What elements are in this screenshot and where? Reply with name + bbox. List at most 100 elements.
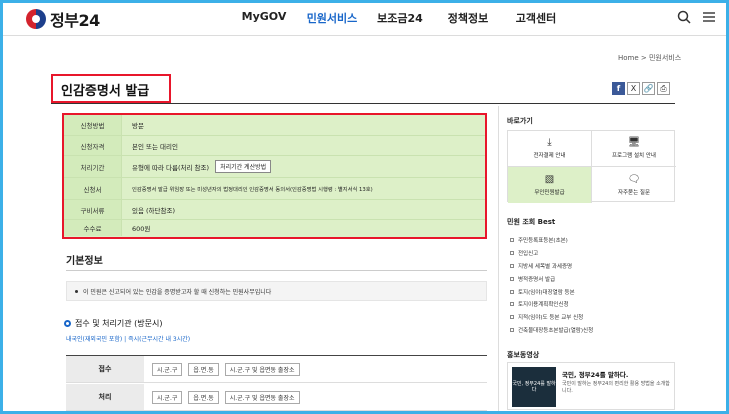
list-item[interactable]: 토지(임야)대장열람 등본: [510, 285, 675, 298]
checkbox-icon: [510, 302, 514, 307]
menu-icon[interactable]: [702, 10, 716, 24]
option-eup-myeon-dong[interactable]: 읍.면.동: [188, 363, 219, 376]
process-row-reception: 접수 시.군.구 읍.면.동 시.군.구 및 읍면동 출장소: [66, 356, 487, 383]
info-value: 본인 또는 대리인: [132, 142, 178, 151]
info-label: 신청자격: [64, 136, 122, 155]
monitor-icon: 🖥: [627, 137, 641, 148]
nav-subsidy[interactable]: 보조금24: [366, 10, 434, 26]
period-calc-button[interactable]: 처리기간 계산방법: [215, 160, 272, 173]
quick-link-payment[interactable]: ⤓ 전자결제 안내: [508, 131, 592, 167]
nav-mygov[interactable]: MyGOV: [230, 10, 298, 26]
info-row-eligibility: 신청자격 본인 또는 대리인: [64, 136, 485, 156]
list-item[interactable]: 지방세 세목별 과세증명: [510, 260, 675, 273]
main-nav: MyGOV 민원서비스 보조금24 정책정보 고객센터: [230, 10, 570, 26]
nav-customer-center[interactable]: 고객센터: [502, 10, 570, 26]
reception-note: 내국인(재외국민 포함) | 즉시(근무시간 내 3시간): [66, 336, 191, 343]
reception-title: 접수 및 처리기관 (방문시): [64, 318, 162, 329]
process-label: 처리: [66, 384, 144, 410]
top-header: 정부24 MyGOV 민원서비스 보조금24 정책정보 고객센터: [0, 0, 729, 36]
info-row-period: 처리기간 유형에 따라 다름(처리 참조) 처리기간 계산방법: [64, 156, 485, 178]
quick-links-grid: ⤓ 전자결제 안내 🖥 프로그램 설치 안내 ▧ 무인민원발급 🗨 자주묻는 질…: [507, 130, 676, 203]
option-si-gun-gu[interactable]: 시.군.구: [152, 363, 183, 376]
quick-link-label: 자주묻는 질문: [617, 189, 651, 196]
checkbox-icon: [510, 276, 514, 281]
reception-title-text: 접수 및 처리기관 (방문시): [75, 319, 163, 328]
info-value: 유형에 따라 다름(처리 참조) 처리기간 계산방법: [132, 156, 272, 177]
section-divider: [66, 270, 487, 271]
video-thumb-text: 국민, 정부24를 말하다: [512, 381, 556, 393]
info-row-fee: 수수료 600원: [64, 220, 485, 236]
list-item-label: 토지(임야)대장열람 등본: [518, 289, 575, 296]
bullet-icon: [75, 289, 78, 293]
list-item-label: 전입신고: [518, 251, 539, 258]
info-label: 신청서: [64, 178, 122, 199]
chat-icon: 🗨: [627, 173, 641, 185]
x-icon[interactable]: X: [627, 82, 640, 95]
option-eup-myeon-dong[interactable]: 읍.면.동: [188, 391, 219, 404]
list-item-label: 토지이용계획확인신청: [518, 302, 569, 309]
notice-box: 이 민원은 신고되어 있는 인감을 증명받고자 할 때 신청하는 민원사무입니다: [66, 281, 487, 301]
nav-civil-service[interactable]: 민원서비스: [298, 10, 366, 26]
info-row-documents: 구비서류 있음 (하단참조): [64, 200, 485, 220]
info-value[interactable]: 인감증명서 발급 위임장 또는 미성년자의 법정대리인 인감증명서 동의서(인감…: [132, 178, 373, 199]
nav-policy[interactable]: 정책정보: [434, 10, 502, 26]
process-label: 접수: [66, 356, 144, 382]
info-label: 처리기간: [64, 156, 122, 177]
video-thumbnail[interactable]: 국민, 정부24를 말하다: [512, 367, 556, 407]
video-section-title: 홍보동영상: [507, 351, 540, 359]
video-description: 국민이 말하는 정부24의 편리한 활용 방법을 소개합니다.: [562, 381, 670, 394]
list-item[interactable]: 전입신고: [510, 247, 675, 260]
quick-link-label: 전자결제 안내: [533, 153, 566, 159]
circle-bullet-icon: [64, 320, 71, 327]
taegeuk-logo-icon: [26, 9, 46, 29]
logo-text: 정부24: [50, 11, 100, 30]
print-icon[interactable]: ⎙: [657, 82, 670, 95]
sidebar-divider: [498, 106, 499, 414]
info-label: 신청방법: [64, 115, 122, 135]
info-value: 방문: [132, 122, 144, 130]
breadcrumb[interactable]: Home > 민원서비스: [618, 53, 681, 63]
quick-link-label: 프로그램 설치 안내: [612, 153, 656, 159]
process-options: 시.군.구 읍.면.동 시.군.구 및 읍면동 출장소: [152, 363, 300, 376]
quick-link-program[interactable]: 🖥 프로그램 설치 안내: [592, 131, 676, 167]
link-icon[interactable]: 🔗: [642, 82, 655, 95]
search-icon[interactable]: [677, 10, 691, 24]
quick-link-faq[interactable]: 🗨 자주묻는 질문: [592, 167, 676, 203]
best-list-title: 민원 조회 Best: [507, 218, 556, 226]
list-item[interactable]: 병적증명서 발급: [510, 272, 675, 285]
option-branch-office[interactable]: 시.군.구 및 읍면동 출장소: [224, 391, 300, 404]
logo[interactable]: 정부24: [26, 7, 100, 31]
list-item[interactable]: 건축물대장등초본발급(열람)신청: [510, 324, 675, 337]
list-item[interactable]: 주민등록표등본(초본): [510, 234, 675, 247]
list-item-label: 주민등록표등본(초본): [518, 238, 568, 245]
list-item-label: 병적증명서 발급: [518, 276, 556, 283]
download-icon: ⤓: [547, 137, 552, 148]
quick-link-label: 무인민원발급: [534, 189, 565, 196]
option-si-gun-gu[interactable]: 시.군.구: [152, 391, 183, 404]
page-title: 인감증명서 발급: [61, 84, 150, 99]
list-item-label: 지방세 세목별 과세증명: [518, 263, 573, 270]
info-table: 신청방법 방문 신청자격 본인 또는 대리인 처리기간 유형에 따라 다름(처리…: [62, 113, 487, 239]
list-item[interactable]: 토지이용계획확인신청: [510, 298, 675, 311]
option-branch-office[interactable]: 시.군.구 및 읍면동 출장소: [224, 363, 300, 376]
quick-links-title: 바로가기: [507, 117, 533, 125]
process-row-handling: 처리 시.군.구 읍.면.동 시.군.구 및 읍면동 출장소: [66, 384, 487, 411]
quick-link-kiosk[interactable]: ▧ 무인민원발급: [508, 167, 592, 203]
promo-video-card[interactable]: 국민, 정부24를 말하다 국민, 정부24를 말하다. 국민이 말하는 정부2…: [507, 362, 675, 410]
kiosk-icon: ▧: [544, 173, 555, 185]
list-item[interactable]: 지적(임야)도 등본 교부 신청: [510, 311, 675, 324]
video-headline: 국민, 정부24를 말하다.: [562, 371, 629, 379]
title-divider: [51, 103, 675, 104]
info-row-form: 신청서 인감증명서 발급 위임장 또는 미성년자의 법정대리인 인감증명서 동의…: [64, 178, 485, 200]
notice-text: 이 민원은 신고되어 있는 인감을 증명받고자 할 때 신청하는 민원사무입니다: [83, 288, 272, 296]
info-row-method: 신청방법 방문: [64, 115, 485, 136]
list-item-label: 건축물대장등초본발급(열람)신청: [518, 327, 594, 334]
list-item-label: 지적(임야)도 등본 교부 신청: [518, 315, 584, 322]
info-value: 있음 (하단참조): [132, 206, 176, 215]
process-table: 접수 시.군.구 읍.면.동 시.군.구 및 읍면동 출장소 처리 시.군.구 …: [66, 355, 487, 411]
checkbox-icon: [510, 315, 514, 320]
facebook-icon[interactable]: f: [612, 82, 625, 95]
share-toolbar: f X 🔗 ⎙: [612, 82, 670, 95]
checkbox-icon: [510, 238, 514, 243]
basic-info-title: 기본정보: [66, 256, 103, 267]
